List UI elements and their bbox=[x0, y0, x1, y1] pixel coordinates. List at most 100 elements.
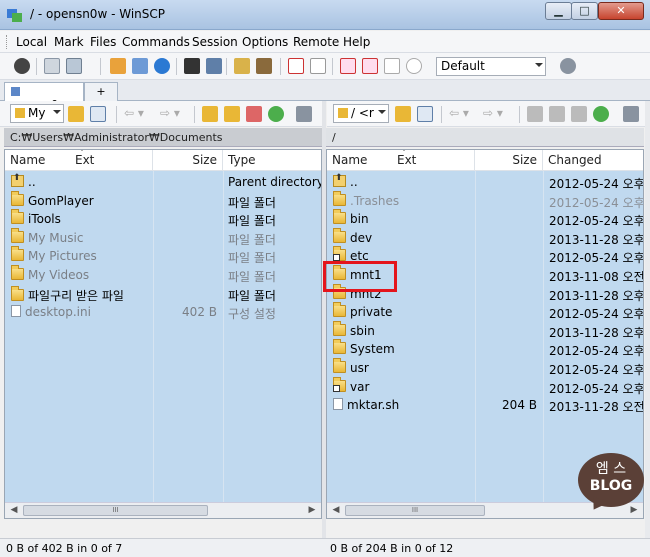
column-header-changed[interactable]: Changed bbox=[543, 150, 643, 171]
find-files-icon[interactable] bbox=[256, 58, 272, 74]
root-dir-icon[interactable] bbox=[224, 106, 240, 122]
column-header-size[interactable]: Size bbox=[475, 150, 543, 171]
clear-selection-icon[interactable] bbox=[384, 58, 400, 74]
menu-mark[interactable]: Mark bbox=[54, 35, 84, 49]
file-row[interactable]: bin 2012-05-24 오후 bbox=[327, 209, 643, 230]
file-row[interactable]: private 2012-05-24 오후 bbox=[327, 302, 643, 323]
column-header-size[interactable]: Size bbox=[153, 150, 223, 171]
file-row[interactable]: var 2012-05-24 오후 bbox=[327, 376, 643, 398]
local-file-list[interactable]: Name ˇ Ext Size Type ..Parent directoryG… bbox=[4, 149, 322, 519]
parent-dir-icon[interactable] bbox=[527, 106, 543, 122]
menu-help[interactable]: Help bbox=[343, 35, 370, 49]
sync-icon[interactable] bbox=[110, 58, 126, 74]
toolbar-separator bbox=[280, 58, 281, 75]
open-folder-icon[interactable] bbox=[68, 106, 84, 122]
root-dir-icon[interactable] bbox=[549, 106, 565, 122]
transfer-settings-dropdown[interactable]: Default bbox=[436, 57, 546, 76]
keep-updated-icon[interactable] bbox=[132, 58, 148, 74]
file-row[interactable]: usr 2012-05-24 오후 bbox=[327, 358, 643, 379]
scroll-left-icon[interactable]: ◀ bbox=[7, 504, 21, 517]
minimize-button[interactable]: ▁ bbox=[545, 2, 572, 20]
file-row[interactable]: desktop.ini 402 B 구성 설정 bbox=[5, 304, 321, 323]
scroll-thumb[interactable]: III bbox=[345, 505, 485, 516]
local-drive-dropdown[interactable]: My bbox=[10, 104, 64, 123]
column-header-name[interactable]: Name ˇ Ext bbox=[5, 150, 153, 171]
select-plus-icon[interactable] bbox=[288, 58, 304, 74]
annotation-highlight-box bbox=[323, 261, 397, 292]
scroll-thumb[interactable]: III bbox=[23, 505, 208, 516]
home-icon[interactable] bbox=[246, 106, 262, 122]
forward-icon[interactable]: ⇨ ▾ bbox=[160, 106, 180, 120]
file-row[interactable]: dev 2013-11-28 오후 bbox=[327, 227, 643, 249]
file-row[interactable]: sbin 2013-11-28 오후 bbox=[327, 320, 643, 342]
menu-session[interactable]: Session bbox=[192, 35, 238, 49]
home-icon[interactable] bbox=[571, 106, 587, 122]
back-icon[interactable]: ⇦ ▾ bbox=[449, 106, 469, 120]
filter-icon[interactable] bbox=[340, 58, 356, 74]
parent-dir-icon bbox=[333, 173, 346, 187]
file-size-cell: 402 B bbox=[182, 305, 217, 320]
new-session-tab[interactable]: + bbox=[84, 82, 118, 101]
scroll-right-icon[interactable]: ▶ bbox=[627, 504, 641, 517]
transfer-icon[interactable] bbox=[234, 58, 250, 74]
file-row[interactable]: My Videos 파일 폴더 bbox=[5, 265, 321, 286]
menu-commands[interactable]: Commands bbox=[122, 35, 190, 49]
file-row[interactable]: 파일구리 받은 파일 파일 폴더 bbox=[5, 285, 321, 305]
restore-selection-icon[interactable] bbox=[406, 58, 422, 74]
more-icon[interactable] bbox=[296, 106, 312, 122]
filter-icon[interactable] bbox=[90, 106, 106, 122]
remote-status-text: 0 B of 204 B in 0 of 12 bbox=[330, 542, 454, 555]
console-icon[interactable] bbox=[184, 58, 200, 74]
column-header-type[interactable]: Type bbox=[223, 150, 321, 171]
invert-selection-icon[interactable] bbox=[362, 58, 378, 74]
putty-icon[interactable] bbox=[206, 58, 222, 74]
filter-icon[interactable] bbox=[417, 106, 433, 122]
file-row[interactable]: My Pictures 파일 폴더 bbox=[5, 246, 321, 267]
file-name-text: My Pictures bbox=[28, 249, 97, 264]
compare-icon[interactable] bbox=[44, 58, 60, 74]
refresh-icon[interactable] bbox=[268, 106, 284, 122]
menu-local[interactable]: Local bbox=[16, 35, 47, 49]
menu-remote[interactable]: Remote bbox=[293, 35, 339, 49]
local-horizontal-scrollbar[interactable]: ◀ III ▶ bbox=[5, 502, 321, 518]
panel-splitter[interactable] bbox=[322, 101, 326, 541]
refresh-icon[interactable] bbox=[593, 106, 609, 122]
file-row[interactable]: System 2012-05-24 오후 bbox=[327, 339, 643, 360]
tab-opensn0w[interactable]: opensn0w bbox=[4, 82, 84, 111]
forward-icon[interactable]: ⇨ ▾ bbox=[483, 106, 503, 120]
gear-icon[interactable] bbox=[14, 58, 30, 74]
remote-path-bar[interactable]: / bbox=[326, 128, 644, 147]
file-row[interactable]: .Trashes 2012-05-24 오후 bbox=[327, 190, 643, 212]
file-row[interactable]: My Music 파일 폴더 bbox=[5, 227, 321, 249]
scroll-right-icon[interactable]: ▶ bbox=[305, 504, 319, 517]
select-minus-icon[interactable] bbox=[310, 58, 326, 74]
scroll-left-icon[interactable]: ◀ bbox=[329, 504, 343, 517]
file-type-cell: 구성 설정 bbox=[228, 307, 276, 322]
window-edge bbox=[645, 101, 650, 541]
file-name-cell: GomPlayer bbox=[11, 190, 94, 208]
file-row[interactable]: iTools 파일 폴더 bbox=[5, 209, 321, 230]
folder-icon bbox=[11, 265, 24, 280]
column-header-name[interactable]: Name ˇ Ext bbox=[327, 150, 475, 171]
preferences-icon[interactable] bbox=[560, 58, 576, 74]
folder-icon bbox=[11, 285, 24, 301]
close-button[interactable]: ✕ bbox=[598, 2, 644, 20]
refresh-icon[interactable] bbox=[154, 58, 170, 74]
file-row[interactable]: .. Parent directory bbox=[5, 173, 321, 193]
maximize-button[interactable]: □ bbox=[571, 2, 598, 20]
local-path-bar[interactable]: C:₩Users₩Administrator₩Documents bbox=[4, 128, 322, 147]
remote-path-dropdown[interactable]: / <r bbox=[333, 104, 389, 123]
open-folder-icon[interactable] bbox=[395, 106, 411, 122]
file-icon bbox=[333, 398, 343, 411]
more-icon[interactable] bbox=[623, 106, 639, 122]
file-row[interactable]: mktar.sh 204 B 2013-11-28 오전 bbox=[327, 397, 643, 416]
back-icon[interactable]: ⇦ ▾ bbox=[124, 106, 144, 120]
file-row[interactable]: GomPlayer 파일 폴더 bbox=[5, 190, 321, 212]
file-row[interactable]: .. 2012-05-24 오후 bbox=[327, 173, 643, 193]
queue-icon[interactable] bbox=[66, 58, 82, 74]
file-name-text: desktop.ini bbox=[25, 305, 91, 320]
menu-options[interactable]: Options bbox=[242, 35, 288, 49]
parent-dir-icon[interactable] bbox=[202, 106, 218, 122]
menu-files[interactable]: Files bbox=[90, 35, 116, 49]
file-name-text: dev bbox=[350, 230, 373, 245]
